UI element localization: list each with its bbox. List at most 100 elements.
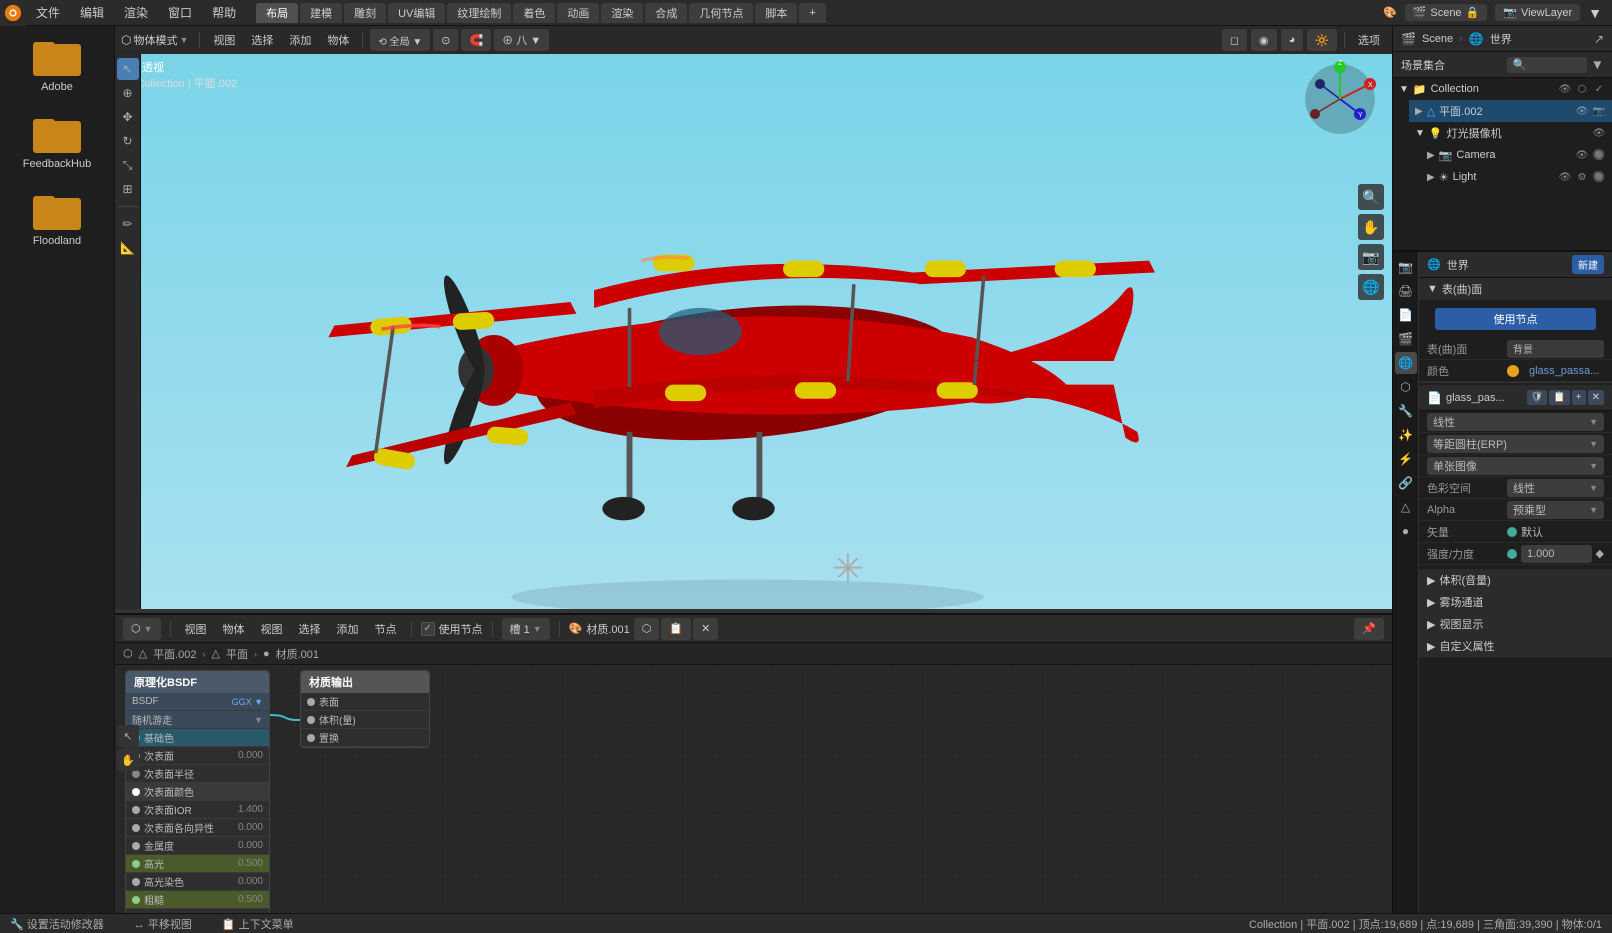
folder-floodland[interactable]: Floodland	[33, 190, 81, 247]
viewport-shading-render[interactable]: 🔆	[1307, 29, 1337, 51]
tool-rotate[interactable]: ↻	[117, 130, 139, 152]
workspace-tab-compositing[interactable]: 合成	[645, 3, 687, 23]
viewport-mode-icon[interactable]: ⬡ 物体模式 ▼	[121, 32, 188, 48]
volume-section[interactable]: ▶ 体积(音量)	[1419, 569, 1612, 591]
view-display-section[interactable]: ▶ 视图显示	[1419, 613, 1612, 635]
props-physics-icon[interactable]: ⚡	[1395, 448, 1417, 470]
node-add-btn[interactable]: 添加	[332, 621, 364, 637]
plane-render-icon[interactable]: 📷	[1592, 104, 1606, 118]
outliner-row-camera[interactable]: ▶ 📷 Camera 👁 🔘	[1421, 144, 1612, 166]
props-view-layer-icon[interactable]: 📄	[1395, 304, 1417, 326]
menu-window[interactable]: 窗口	[158, 0, 202, 25]
mat-copy-btn[interactable]: 📋	[1549, 390, 1569, 405]
node-pin-btn[interactable]: 📌	[1354, 618, 1384, 640]
node-view2-btn[interactable]: 视图	[256, 621, 288, 637]
node-hand-tool[interactable]: ✋	[117, 749, 139, 771]
viewport-3d[interactable]: 用户透视 (1) Collection | 平面.002	[115, 54, 1392, 609]
props-object-icon[interactable]: ⬡	[1395, 376, 1417, 398]
navigation-gizmo[interactable]: X Y Z	[1300, 59, 1380, 139]
viewport-shading-solid[interactable]: ◉	[1251, 29, 1277, 51]
camera-render-icon[interactable]: 🔘	[1592, 148, 1606, 162]
material-link-btn[interactable]: ⬡	[634, 618, 660, 640]
camera-visible-icon[interactable]: 👁	[1575, 148, 1589, 162]
workspace-tab-shading[interactable]: 着色	[513, 3, 555, 23]
node-editor-canvas[interactable]: ↖ ✋ 原理化BSDF BSDF GGX ▼ 随机游走 ▼	[115, 665, 1392, 925]
tool-cursor[interactable]: ⊕	[117, 82, 139, 104]
node-select-btn[interactable]: 物体	[218, 621, 250, 637]
props-world-icon active[interactable]: 🌐	[1395, 352, 1417, 374]
material-delete-btn[interactable]: ✕	[693, 618, 718, 640]
new-world-btn[interactable]: 新建	[1572, 255, 1604, 274]
node-nodes-btn[interactable]: 节点	[370, 621, 402, 637]
workspace-tab-geometry[interactable]: 几何节点	[689, 3, 753, 23]
viewport-shading-wireframe[interactable]: ◻	[1222, 29, 1247, 51]
blender-logo[interactable]	[0, 0, 26, 26]
use-nodes-checkbox[interactable]	[421, 622, 435, 636]
menu-help[interactable]: 帮助	[202, 0, 246, 25]
workspace-tab-layout[interactable]: 布局	[256, 3, 298, 23]
props-output-icon[interactable]: 🖨	[1395, 280, 1417, 302]
mat-new-btn[interactable]: +	[1572, 390, 1586, 405]
folder-adobe[interactable]: Adobe	[33, 36, 81, 93]
workspace-tab-sculpt[interactable]: 雕刻	[344, 3, 386, 23]
workspace-tab-texture[interactable]: 纹理绘制	[447, 3, 511, 23]
workspace-tab-add[interactable]: +	[799, 3, 825, 23]
filter-icon[interactable]: ▼	[1588, 5, 1602, 21]
light-render-icon[interactable]: 🔘	[1592, 170, 1606, 184]
props-particles-icon[interactable]: ✨	[1395, 424, 1417, 446]
props-material-icon[interactable]: ●	[1395, 520, 1417, 542]
principled-bsdf-node[interactable]: 原理化BSDF BSDF GGX ▼ 随机游走 ▼ 基础色	[125, 670, 270, 925]
material-copy-btn[interactable]: 📋	[661, 618, 691, 640]
overlay-btn[interactable]: ⊕ 八 ▼	[494, 29, 549, 51]
strength-keyframe-btn[interactable]: ◆	[1596, 547, 1604, 560]
viewport-view-btn[interactable]: 视图	[207, 32, 241, 48]
viewport-select-btn[interactable]: 选择	[245, 32, 279, 48]
collection-exclude-icon[interactable]: ✓	[1592, 82, 1606, 96]
tool-transform[interactable]: ⊞	[117, 178, 139, 200]
tool-move[interactable]: ✥	[117, 106, 139, 128]
world-icon[interactable]: 🌐	[1358, 274, 1384, 300]
light-settings-icon[interactable]: ⚙	[1575, 170, 1589, 184]
viewport-options-btn[interactable]: 选项	[1352, 32, 1386, 48]
outliner-row-collection[interactable]: ▼ 📁 Collection 👁 ⬡ ✓	[1393, 78, 1612, 100]
strength-value[interactable]: 1.000	[1521, 545, 1592, 563]
viewport-add-btn[interactable]: 添加	[283, 32, 317, 48]
workspace-tab-modeling[interactable]: 建模	[300, 3, 342, 23]
viewport-object-btn[interactable]: 物体	[321, 32, 355, 48]
color-dot[interactable]	[1507, 365, 1519, 377]
outliner-row-lights[interactable]: ▼ 💡 灯光摄像机 👁	[1409, 122, 1612, 144]
fog-section[interactable]: ▶ 雾场通道	[1419, 591, 1612, 613]
props-scene-icon[interactable]: 🎬	[1395, 328, 1417, 350]
workspace-tab-animation[interactable]: 动画	[557, 3, 599, 23]
workspace-tab-scripting[interactable]: 脚本	[755, 3, 797, 23]
custom-props-section[interactable]: ▶ 自定义属性	[1419, 635, 1612, 657]
slot-selector[interactable]: 槽 1▼	[502, 618, 550, 640]
tool-measure[interactable]: 📐	[117, 237, 139, 259]
folder-feedbackhub[interactable]: FeedbackHub	[23, 113, 92, 170]
tool-annotate[interactable]: ✏	[117, 213, 139, 235]
outliner-filter-btn[interactable]: ▼	[1591, 57, 1604, 73]
lights-visible-icon[interactable]: 👁	[1592, 126, 1606, 140]
outliner-search[interactable]	[1507, 57, 1587, 73]
props-data-icon[interactable]: △	[1395, 496, 1417, 518]
menu-edit[interactable]: 编辑	[70, 0, 114, 25]
node-select2-btn[interactable]: 选择	[294, 621, 326, 637]
tool-scale[interactable]: ⤡	[117, 154, 139, 176]
material-output-node[interactable]: 材质输出 表面 体积(量) 置换	[300, 670, 430, 748]
collection-visible-icon[interactable]: 👁	[1558, 82, 1572, 96]
proportional-edit-btn[interactable]: ⊙	[433, 29, 458, 51]
camera-view-btn[interactable]: 📷	[1358, 244, 1384, 270]
editor-type-btn[interactable]: ⬡▼	[123, 618, 161, 640]
props-constraints-icon[interactable]: 🔗	[1395, 472, 1417, 494]
transform-global-btn[interactable]: ⟲ 全局 ▼	[370, 29, 430, 51]
panel-expand-btn[interactable]: ↗	[1594, 32, 1604, 46]
outliner-row-plane002[interactable]: ▶ △ 平面.002 👁 📷	[1409, 100, 1612, 122]
tool-select[interactable]: ↖	[117, 58, 139, 80]
menu-file[interactable]: 文件	[26, 0, 70, 25]
workspace-tab-uv[interactable]: UV编辑	[388, 3, 445, 23]
plane-visible-icon[interactable]: 👁	[1575, 104, 1589, 118]
props-modifier-icon[interactable]: 🔧	[1395, 400, 1417, 422]
snap-btn[interactable]: 🧲	[461, 29, 491, 51]
node-view-btn[interactable]: 视图	[180, 621, 212, 637]
use-nodes-btn[interactable]: 使用节点	[1435, 308, 1596, 330]
